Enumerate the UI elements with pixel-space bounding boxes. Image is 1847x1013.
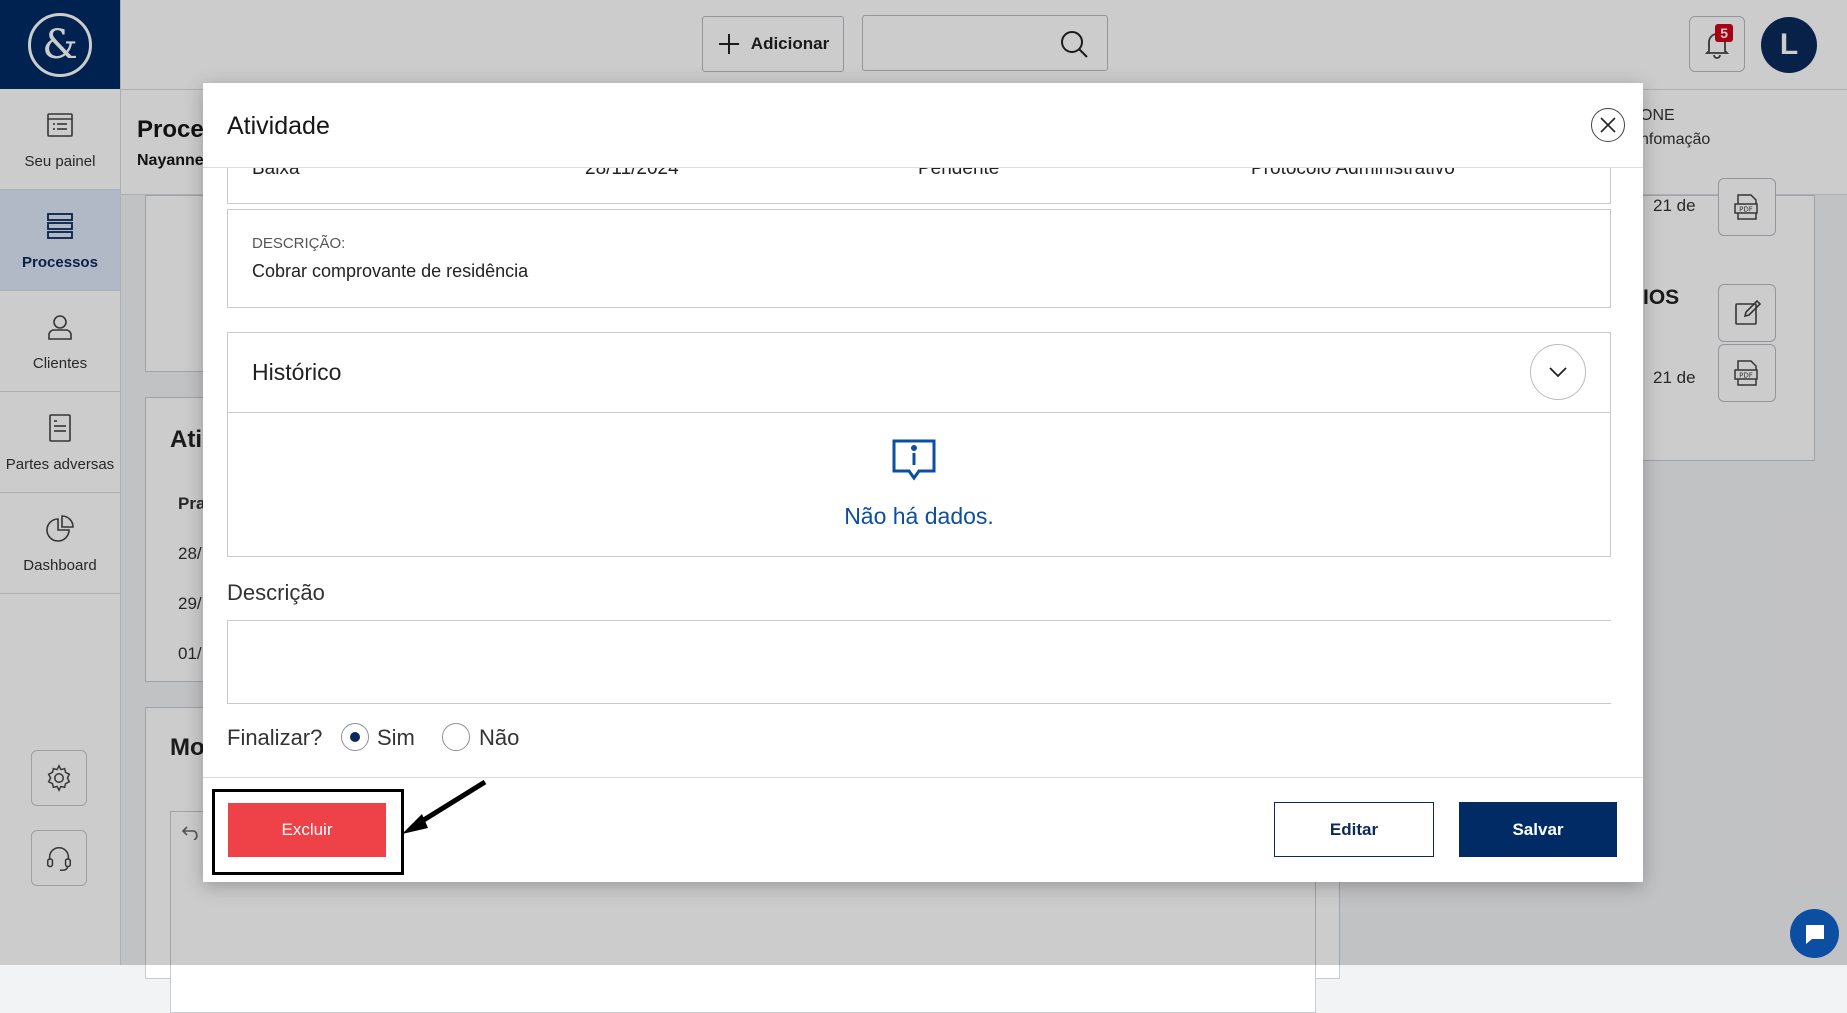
modal-header: Atividade [203,83,1643,168]
save-button[interactable]: Salvar [1459,802,1617,857]
edit-button[interactable]: Editar [1274,802,1434,857]
chevron-down-icon [1549,367,1567,378]
description-label: DESCRIÇÃO: [252,235,346,252]
activity-status: Pendente [918,168,1000,179]
delete-button[interactable]: Excluir [228,803,386,857]
activity-type: Baixa [252,168,300,179]
activity-modal: Atividade Baixa 28/11/2024 Pendente Prot… [203,83,1643,882]
no-data-text: Não há dados. [844,503,994,529]
history-header[interactable]: Histórico [228,333,1610,413]
finalize-no-radio[interactable] [442,723,470,751]
chat-button[interactable] [1790,909,1839,958]
chat-icon [1805,924,1824,944]
description-field[interactable] [227,620,1611,704]
description-box: DESCRIÇÃO: Cobrar comprovante de residên… [227,209,1611,308]
history-title: Histórico [252,359,342,385]
finalize-label: Finalizar? [227,725,323,750]
activity-category: Protocolo Administrativo [1251,168,1455,179]
finalize-yes-label[interactable]: Sim [377,725,415,751]
description-field-label: Descrição [227,580,325,605]
finalize-no-label[interactable]: Não [479,725,519,751]
finalize-yes-radio[interactable] [341,723,369,751]
info-icon [892,439,936,481]
modal-body[interactable]: Baixa 28/11/2024 Pendente Protocolo Admi… [227,168,1611,777]
arrow-annotation-icon [402,779,487,834]
description-value: Cobrar comprovante de residência [252,261,529,281]
close-icon [1600,117,1616,133]
history-panel: Histórico Não há dados. [227,332,1611,557]
activity-date: 28/11/2024 [585,168,679,179]
close-button[interactable] [1591,108,1625,142]
activity-summary-row: Baixa 28/11/2024 Pendente Protocolo Admi… [227,168,1611,204]
modal-footer: Excluir Editar Salvar [203,777,1643,882]
history-toggle-button[interactable] [1530,344,1586,400]
modal-title: Atividade [227,112,330,140]
